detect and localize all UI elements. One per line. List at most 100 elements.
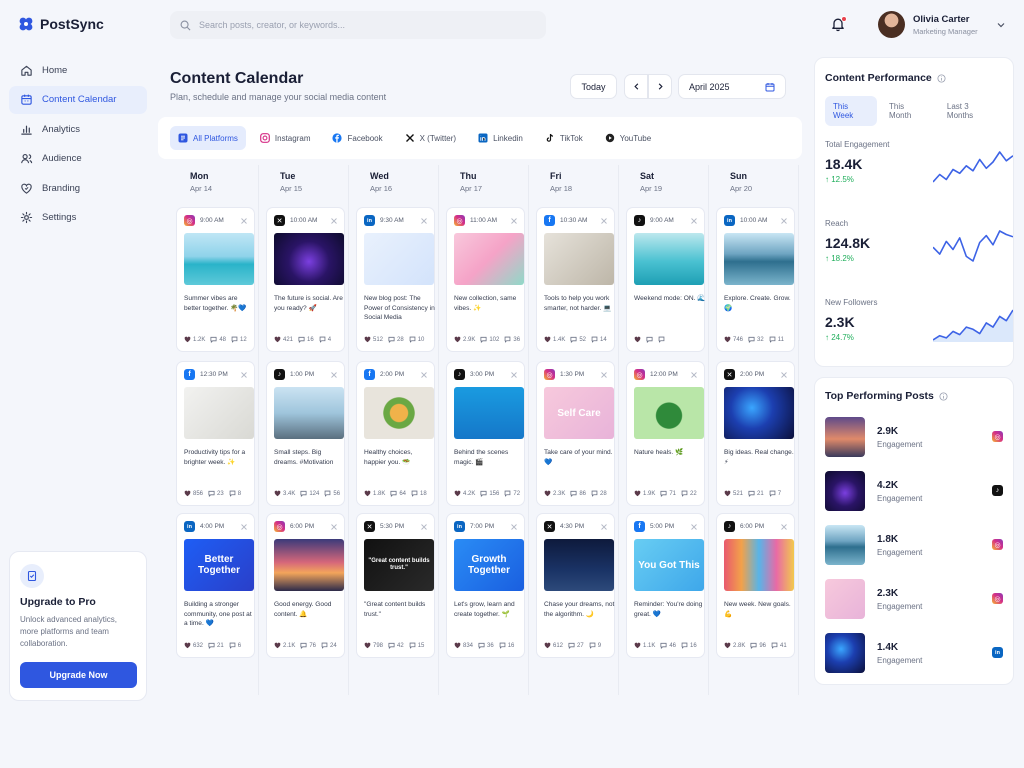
top-post-item[interactable]: 1.4K Engagement in <box>825 626 1003 680</box>
top-post-item[interactable]: 2.9K Engagement ◎ <box>825 410 1003 464</box>
more-options-icon[interactable] <box>329 216 338 225</box>
post-image[interactable]: Better Together <box>184 539 254 591</box>
post-card[interactable]: f 2:00 PM Healthy choices, happier you. … <box>356 361 435 506</box>
search-input[interactable] <box>199 20 519 30</box>
more-options-icon[interactable] <box>689 370 698 379</box>
upgrade-now-button[interactable]: Upgrade Now <box>20 662 137 688</box>
post-card[interactable]: ◎ 1:30 PM Self Care Take care of your mi… <box>536 361 615 506</box>
post-image[interactable] <box>184 387 254 439</box>
more-options-icon[interactable] <box>779 216 788 225</box>
more-options-icon[interactable] <box>419 370 428 379</box>
post-image[interactable] <box>634 233 704 285</box>
post-card[interactable]: ♪ 1:00 PM Small steps. Big dreams. #Moti… <box>266 361 345 506</box>
sidebar-item-settings[interactable]: Settings <box>9 204 147 232</box>
post-card[interactable]: ✕ 5:30 PM "Great content builds trust." … <box>356 513 435 658</box>
top-post-item[interactable]: 2.3K Engagement ◎ <box>825 572 1003 626</box>
post-card[interactable]: in 9:30 AM New blog post: The Power of C… <box>356 207 435 352</box>
top-post-item[interactable]: 1.8K Engagement ◎ <box>825 518 1003 572</box>
post-stats: 421 16 4 <box>274 336 331 343</box>
app-logo[interactable]: PostSync <box>18 16 104 32</box>
post-image[interactable] <box>724 387 794 439</box>
post-card[interactable]: f 10:30 AM Tools to help you work smarte… <box>536 207 615 352</box>
post-image[interactable] <box>454 387 524 439</box>
post-card[interactable]: ◎ 9:00 AM Summer vibes are better togeth… <box>176 207 255 352</box>
more-options-icon[interactable] <box>599 370 608 379</box>
post-card[interactable]: ♪ 3:00 PM Behind the scenes magic. 🎬 4.2… <box>446 361 525 506</box>
post-image[interactable] <box>634 387 704 439</box>
more-options-icon[interactable] <box>509 522 518 531</box>
post-stats: 2.9K 102 36 <box>454 336 520 343</box>
more-options-icon[interactable] <box>329 370 338 379</box>
post-time: 10:00 AM <box>290 217 318 224</box>
post-card[interactable]: in 7:00 PM Growth Together Let's grow, l… <box>446 513 525 658</box>
next-week-button[interactable] <box>648 74 672 99</box>
post-image[interactable]: "Great content builds trust." <box>364 539 434 591</box>
sidebar-item-analytics[interactable]: Analytics <box>9 115 147 143</box>
user-menu[interactable]: Olivia Carter Marketing Manager <box>878 11 1006 38</box>
post-card[interactable]: ◎ 11:00 AM New collection, same vibes. ✨… <box>446 207 525 352</box>
more-options-icon[interactable] <box>239 370 248 379</box>
more-options-icon[interactable] <box>419 216 428 225</box>
filter-all-platforms[interactable]: All Platforms <box>170 126 246 150</box>
post-image[interactable] <box>274 233 344 285</box>
sidebar-item-branding[interactable]: Branding <box>9 174 147 202</box>
more-options-icon[interactable] <box>239 216 248 225</box>
post-image[interactable] <box>364 233 434 285</box>
notifications-button[interactable] <box>830 16 848 34</box>
sidebar-item-home[interactable]: Home <box>9 56 147 84</box>
filter-facebook[interactable]: Facebook <box>324 126 390 150</box>
post-image[interactable] <box>274 387 344 439</box>
more-options-icon[interactable] <box>239 522 248 531</box>
chevron-down-icon[interactable] <box>996 20 1006 30</box>
filter-youtube[interactable]: YouTube <box>597 126 659 150</box>
info-icon[interactable] <box>937 73 946 83</box>
post-image[interactable] <box>274 539 344 591</box>
post-image[interactable]: Growth Together <box>454 539 524 591</box>
post-card[interactable]: ✕ 10:00 AM The future is social. Are you… <box>266 207 345 352</box>
more-options-icon[interactable] <box>599 522 608 531</box>
post-image[interactable] <box>184 233 254 285</box>
tab-this-week[interactable]: This Week <box>825 96 878 126</box>
post-card[interactable]: in 4:00 PM Better Together Building a st… <box>176 513 255 658</box>
post-card[interactable]: ♪ 6:00 PM New week. New goals. 💪 2.8K 96… <box>716 513 795 658</box>
today-button[interactable]: Today <box>570 74 617 99</box>
info-icon[interactable] <box>939 391 948 401</box>
post-card[interactable]: in 10:00 AM Explore. Create. Grow. 🌍 746… <box>716 207 795 352</box>
post-image[interactable] <box>454 233 524 285</box>
post-card[interactable]: ♪ 9:00 AM Weekend mode: ON. 🌊 <box>626 207 706 352</box>
tab-last-3-months[interactable]: Last 3 Months <box>939 96 1003 126</box>
more-options-icon[interactable] <box>779 370 788 379</box>
post-image[interactable] <box>724 539 794 591</box>
post-image[interactable] <box>364 387 434 439</box>
filter-tiktok[interactable]: TikTok <box>537 126 591 150</box>
more-options-icon[interactable] <box>689 216 698 225</box>
more-options-icon[interactable] <box>509 370 518 379</box>
more-options-icon[interactable] <box>329 522 338 531</box>
post-card[interactable]: f 12:30 PM Productivity tips for a brigh… <box>176 361 255 506</box>
post-card[interactable]: ✕ 2:00 PM Big ideas. Real change. ⚡ 521 … <box>716 361 795 506</box>
more-options-icon[interactable] <box>509 216 518 225</box>
search-bar[interactable] <box>170 11 546 39</box>
post-card[interactable]: ✕ 4:30 PM Chase your dreams, not the alg… <box>536 513 615 658</box>
filter-instagram[interactable]: Instagram <box>252 126 319 150</box>
post-image[interactable] <box>544 233 614 285</box>
tab-this-month[interactable]: This Month <box>881 96 935 126</box>
more-options-icon[interactable] <box>779 522 788 531</box>
month-picker[interactable]: April 2025 <box>678 74 786 99</box>
sidebar-item-content-calendar[interactable]: Content Calendar <box>9 85 147 114</box>
more-options-icon[interactable] <box>419 522 428 531</box>
top-post-item[interactable]: 4.2K Engagement ♪ <box>825 464 1003 518</box>
post-image[interactable]: Self Care <box>544 387 614 439</box>
post-image[interactable] <box>724 233 794 285</box>
filter-x-twitter[interactable]: X (Twitter) <box>397 126 464 150</box>
post-image[interactable] <box>544 539 614 591</box>
more-options-icon[interactable] <box>599 216 608 225</box>
sidebar-item-audience[interactable]: Audience <box>9 145 147 173</box>
previous-week-button[interactable] <box>624 74 648 99</box>
post-card[interactable]: ◎ 12:00 PM Nature heals. 🌿 1.9K 71 22 <box>626 361 705 506</box>
post-card[interactable]: f 5:00 PM You Got This Reminder: You're … <box>626 513 705 658</box>
post-image[interactable]: You Got This <box>634 539 704 591</box>
more-options-icon[interactable] <box>689 522 698 531</box>
post-card[interactable]: ◎ 6:00 PM Good energy. Good content. 🔔 2… <box>266 513 345 658</box>
filter-linkedin[interactable]: Linkedin <box>470 126 531 150</box>
